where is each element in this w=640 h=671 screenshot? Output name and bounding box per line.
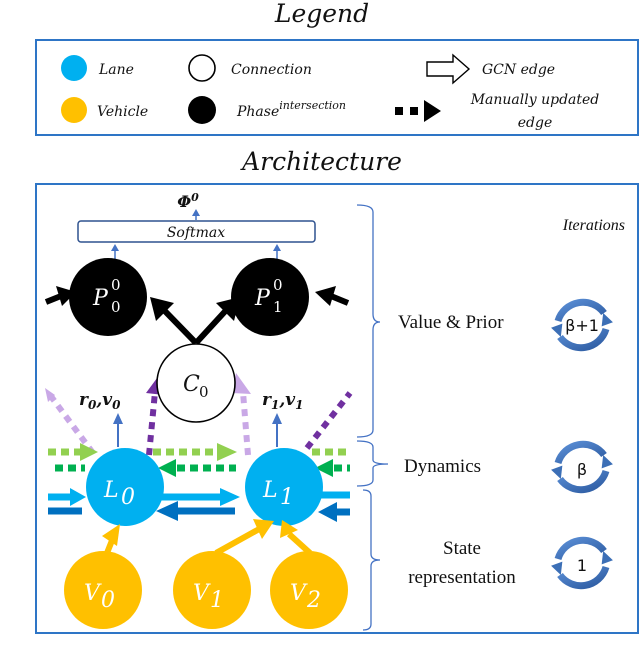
stage-label-dynamics: Dynamics <box>404 456 481 477</box>
legend-title: Legend <box>274 0 369 28</box>
stage-label-state-1: State <box>443 538 481 559</box>
legend-phase-icon <box>188 96 216 124</box>
cycle-label-state: 1 <box>577 556 587 575</box>
connection-node-c0[interactable]: C 0 <box>156 343 236 423</box>
vehicle-node-v0[interactable]: V 0 <box>64 551 142 629</box>
svg-text:L: L <box>103 478 119 503</box>
lane-node-l1[interactable]: L 1 <box>245 448 323 526</box>
svg-text:0: 0 <box>121 485 135 510</box>
legend-gcn-edge-label: GCN edge <box>482 62 555 78</box>
softmax-label: Softmax <box>167 225 225 241</box>
svg-text:C: C <box>183 372 200 397</box>
legend-connection-icon <box>188 54 216 82</box>
legend-connection-label: Connection <box>231 62 312 78</box>
iterations-title: Iterations <box>562 217 625 234</box>
legend-vehicle-label: Vehicle <box>97 104 148 120</box>
stage-label-state-2: representation <box>408 567 516 588</box>
architecture-title: Architecture <box>240 147 402 176</box>
svg-text:V: V <box>290 581 308 606</box>
cycle-label-dynamics: β <box>577 460 587 479</box>
svg-text:V: V <box>84 581 102 606</box>
vehicle-node-v2[interactable]: V 2 <box>270 551 348 629</box>
svg-text:2: 2 <box>306 588 321 613</box>
cycle-label-value-prior: β+1 <box>565 316 599 335</box>
legend-manual-edge-label-2: edge <box>518 115 553 131</box>
svg-text:1: 1 <box>273 298 283 316</box>
svg-text:0: 0 <box>101 588 115 613</box>
svg-text:L: L <box>262 478 278 503</box>
svg-text:1: 1 <box>210 588 224 613</box>
svg-text:0: 0 <box>199 383 209 401</box>
legend-lane-icon <box>61 55 87 81</box>
svg-text:0: 0 <box>111 276 121 294</box>
svg-text:0: 0 <box>111 298 121 316</box>
legend-manual-edge-label-1: Manually updated <box>470 92 600 108</box>
svg-text:P: P <box>254 286 271 311</box>
lane-node-l0[interactable]: L 0 <box>86 448 164 526</box>
diagram-canvas: Legend Lane Vehicle Connection Phaseinte… <box>35 0 639 634</box>
legend-lane-label: Lane <box>98 62 134 78</box>
svg-text:P: P <box>92 286 109 311</box>
phase-node-p1[interactable]: P 0 1 <box>231 258 309 336</box>
phase-node-p0[interactable]: P 0 0 <box>69 258 147 336</box>
stage-label-value-prior: Value & Prior <box>398 312 504 333</box>
svg-text:1: 1 <box>280 485 294 510</box>
legend-vehicle-icon <box>61 97 87 123</box>
vehicle-node-v1[interactable]: V 1 <box>173 551 251 629</box>
svg-text:V: V <box>193 581 211 606</box>
svg-text:0: 0 <box>273 276 283 294</box>
